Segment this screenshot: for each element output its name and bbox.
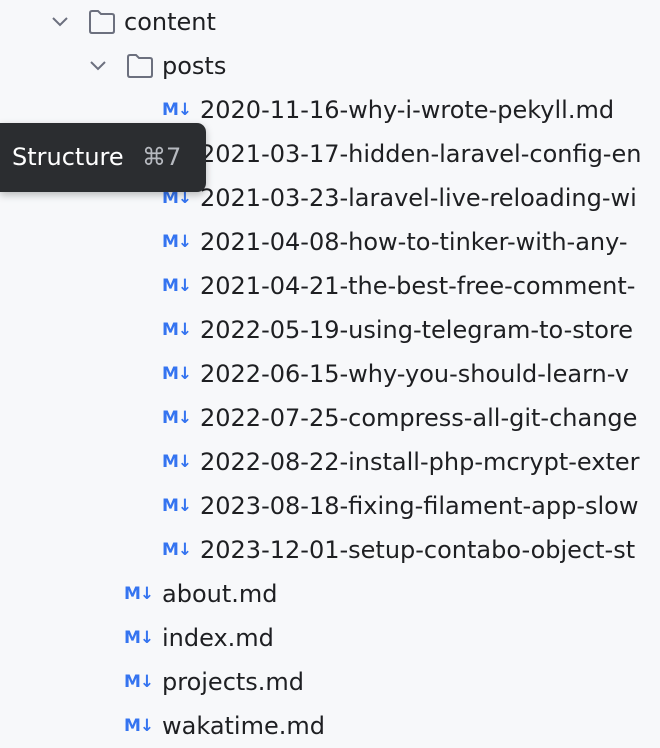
tree-item-label: 2021-03-23-laravel-live-reloading-wi <box>200 184 637 212</box>
tree-file-wakatime[interactable]: M↓ wakatime.md <box>0 704 660 748</box>
tree-item-label: about.md <box>162 580 278 608</box>
tree-item-label: wakatime.md <box>162 712 325 740</box>
tree-file-post[interactable]: M↓ 2022-07-25-compress-all-git-change <box>0 396 660 440</box>
markdown-icon: M↓ <box>162 320 192 340</box>
tree-file-post[interactable]: M↓ 2021-04-08-how-to-tinker-with-any- <box>0 220 660 264</box>
tree-file-post[interactable]: M↓ 2021-04-21-the-best-free-comment- <box>0 264 660 308</box>
tree-file-about[interactable]: M↓ about.md <box>0 572 660 616</box>
structure-tooltip: Structure ⌘7 <box>0 123 206 192</box>
folder-icon <box>88 9 116 35</box>
tree-folder-posts[interactable]: posts <box>0 44 660 88</box>
tree-item-label: 2021-04-08-how-to-tinker-with-any- <box>200 228 628 256</box>
tree-item-label: 2022-05-19-using-telegram-to-store <box>200 316 633 344</box>
markdown-icon: M↓ <box>124 672 154 692</box>
tree-item-label: 2022-06-15-why-you-should-learn-v <box>200 360 629 388</box>
tree-item-label: posts <box>162 52 227 80</box>
markdown-icon: M↓ <box>162 100 192 120</box>
markdown-icon: M↓ <box>124 584 154 604</box>
tree-item-label: index.md <box>162 624 274 652</box>
markdown-icon: M↓ <box>162 540 192 560</box>
markdown-icon: M↓ <box>162 364 192 384</box>
folder-icon <box>126 53 154 79</box>
tree-file-post[interactable]: M↓ 2023-12-01-setup-contabo-object-st <box>0 528 660 572</box>
tooltip-shortcut: ⌘7 <box>142 143 182 171</box>
tree-file-post[interactable]: M↓ 2023-08-18-fixing-filament-app-slow <box>0 484 660 528</box>
chevron-down-icon[interactable] <box>50 12 70 32</box>
tree-item-label: projects.md <box>162 668 305 696</box>
markdown-icon: M↓ <box>162 232 192 252</box>
tree-file-post[interactable]: M↓ 2022-08-22-install-php-mcrypt-exter <box>0 440 660 484</box>
tooltip-label: Structure <box>12 143 124 171</box>
markdown-icon: M↓ <box>124 716 154 736</box>
markdown-icon: M↓ <box>162 276 192 296</box>
tree-item-label: 2021-04-21-the-best-free-comment- <box>200 272 636 300</box>
markdown-icon: M↓ <box>162 496 192 516</box>
markdown-icon: M↓ <box>162 452 192 472</box>
tree-item-label: 2023-12-01-setup-contabo-object-st <box>200 536 636 564</box>
tree-item-label: 2023-08-18-fixing-filament-app-slow <box>200 492 639 520</box>
tree-file-post[interactable]: M↓ 2022-05-19-using-telegram-to-store <box>0 308 660 352</box>
chevron-down-icon[interactable] <box>88 56 108 76</box>
project-tree: content posts M↓ 2020-11-16-why-i-wrote-… <box>0 0 660 748</box>
tree-file-projects[interactable]: M↓ projects.md <box>0 660 660 704</box>
tree-item-label: 2022-07-25-compress-all-git-change <box>200 404 638 432</box>
tree-item-label: content <box>124 8 216 36</box>
tree-item-label: 2022-08-22-install-php-mcrypt-exter <box>200 448 640 476</box>
markdown-icon: M↓ <box>162 408 192 428</box>
tree-file-post[interactable]: M↓ 2022-06-15-why-you-should-learn-v <box>0 352 660 396</box>
markdown-icon: M↓ <box>124 628 154 648</box>
tree-item-label: 2021-03-17-hidden-laravel-config-en <box>200 140 642 168</box>
tree-file-index[interactable]: M↓ index.md <box>0 616 660 660</box>
tree-folder-content[interactable]: content <box>0 0 660 44</box>
tree-item-label: 2020-11-16-why-i-wrote-pekyll.md <box>200 96 615 124</box>
